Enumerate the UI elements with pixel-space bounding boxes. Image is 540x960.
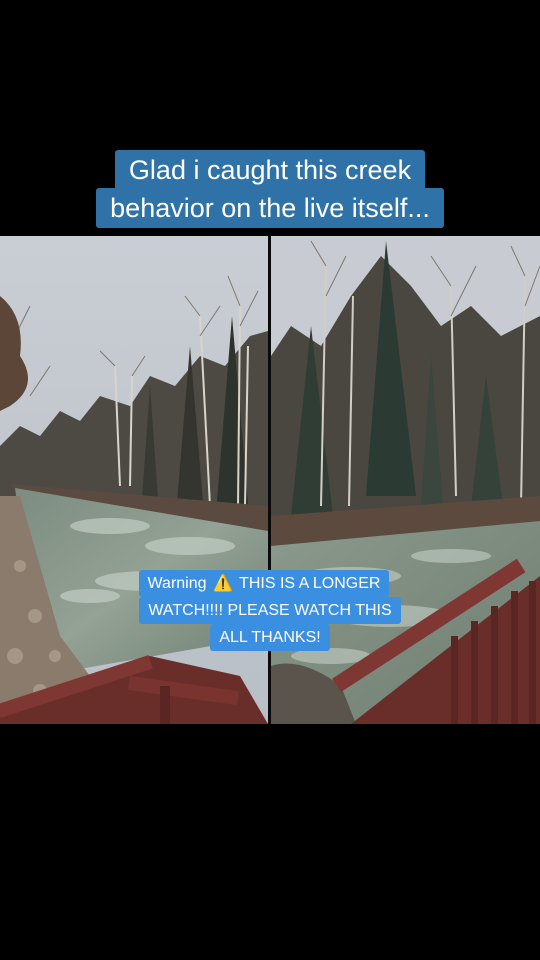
title-caption-line-2: behavior on the live itself...	[96, 188, 444, 228]
warning-sign-icon: ⚠️	[212, 575, 233, 592]
warning-caption: Warning ⚠️ THIS IS A LONGER WATCH!!!! PL…	[0, 570, 540, 651]
warning-prefix: Warning	[147, 575, 207, 592]
warning-caption-line-3: ALL THANKS!	[210, 624, 330, 651]
warning-line-1-rest: THIS IS A LONGER	[239, 575, 381, 592]
title-caption: Glad i caught this creek behavior on the…	[0, 150, 540, 228]
warning-caption-line-1: Warning ⚠️ THIS IS A LONGER	[138, 570, 390, 597]
title-caption-line-1: Glad i caught this creek	[114, 150, 426, 190]
warning-caption-line-2: WATCH!!!! PLEASE WATCH THIS	[139, 597, 401, 624]
